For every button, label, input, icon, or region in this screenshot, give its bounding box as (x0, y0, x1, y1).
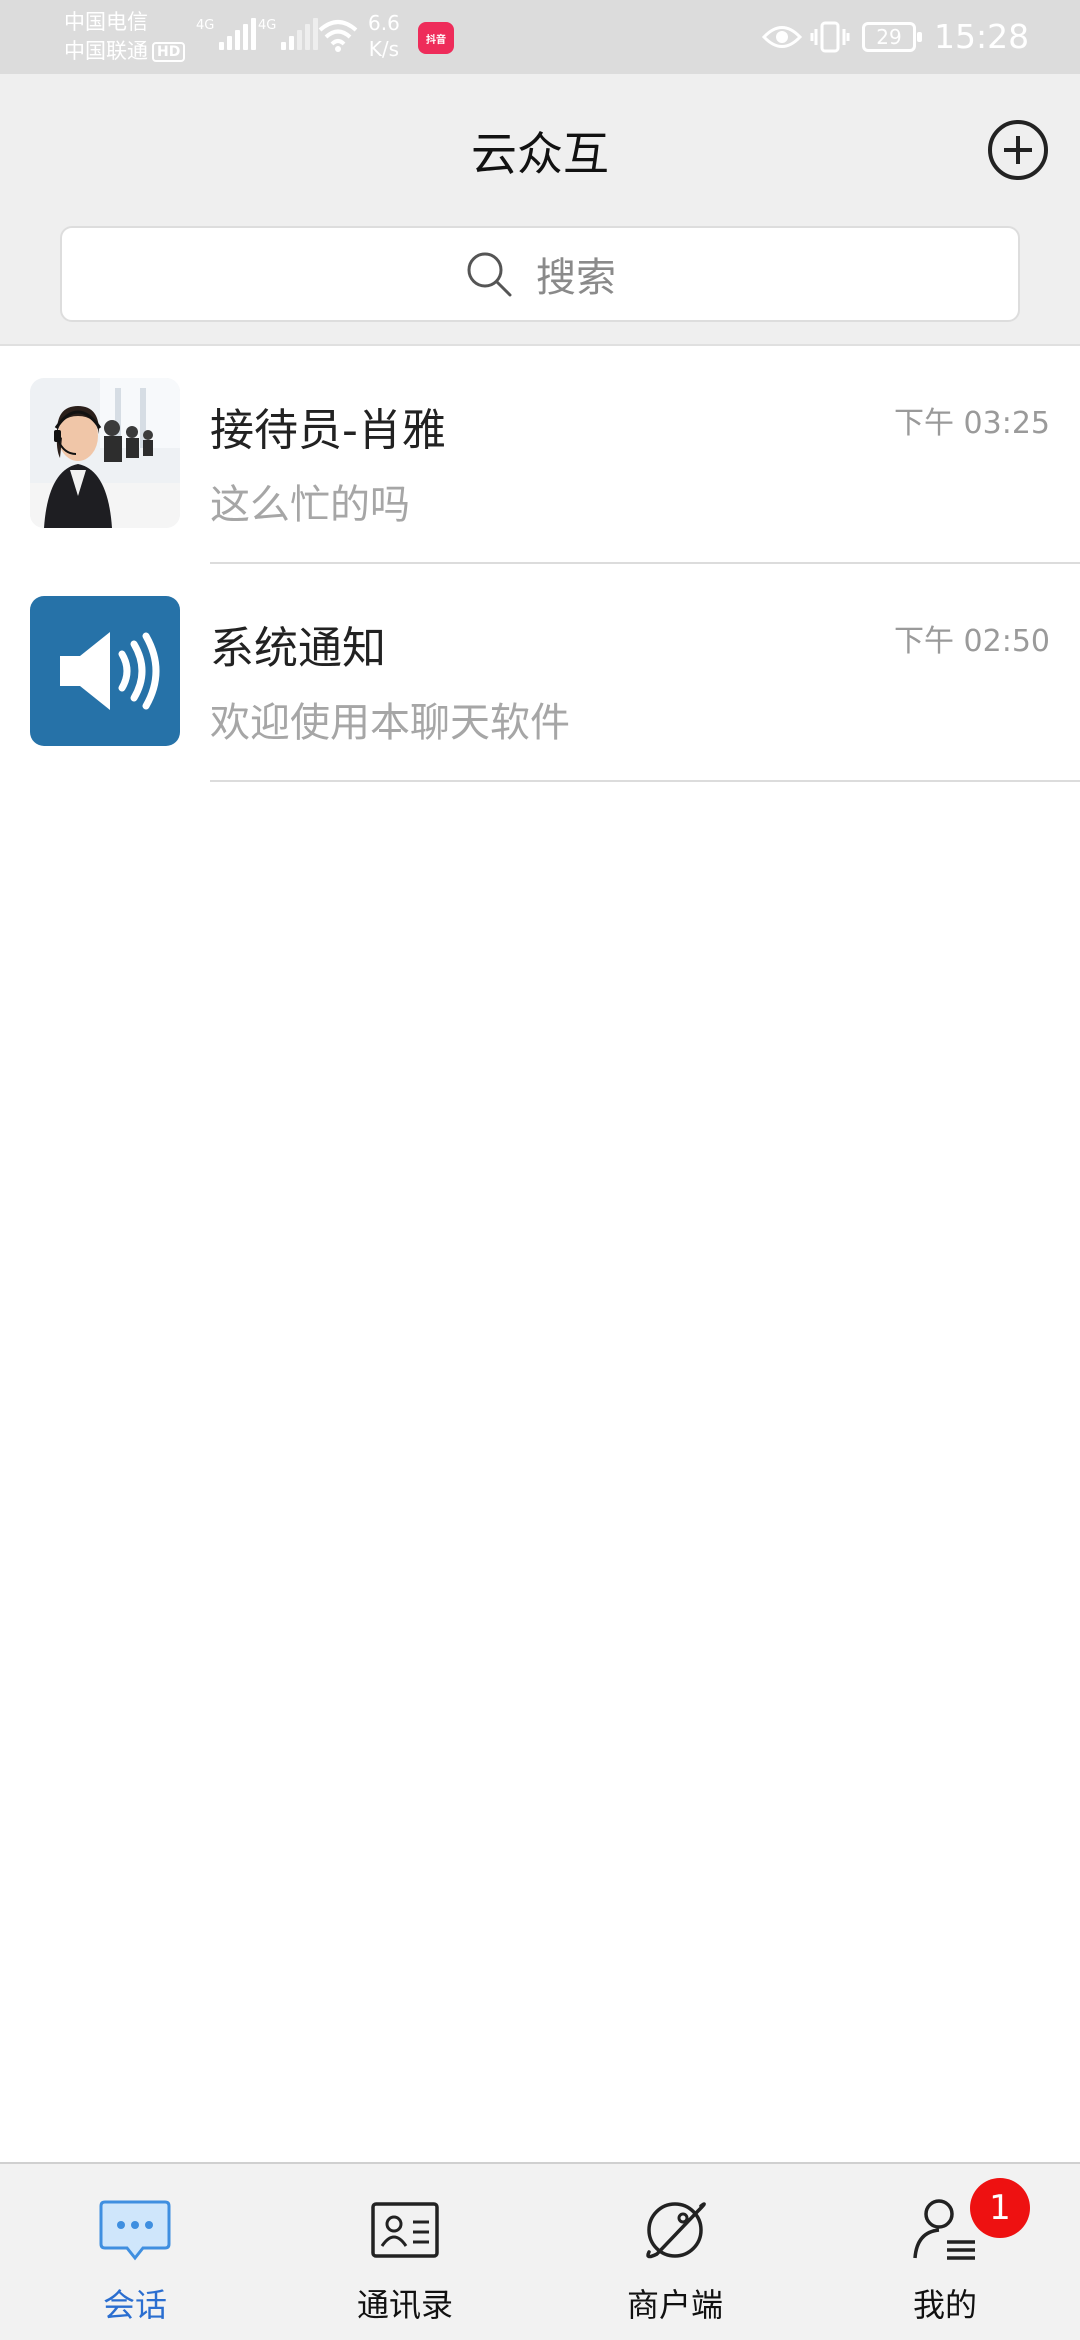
avatar (30, 596, 180, 746)
tab-label: 通讯录 (356, 2286, 453, 2324)
speed-value: 6.6 (368, 11, 400, 35)
tab-profile[interactable]: 我的 1 (810, 2164, 1080, 2340)
tab-conversations[interactable]: 会话 (0, 2164, 270, 2340)
tab-label: 商户端 (626, 2286, 723, 2324)
carrier-1: 中国电信 (64, 10, 148, 34)
eye-icon (762, 26, 802, 48)
tab-contacts[interactable]: 通讯录 (270, 2164, 540, 2340)
battery-indicator: 29 (862, 22, 922, 52)
app-notification-icon: 抖音 (418, 22, 454, 54)
header: 云众互 搜索 (0, 74, 1080, 346)
planet-icon (646, 2202, 706, 2259)
conversation-name: 系统通知 (210, 623, 386, 674)
tab-label: 我的 (912, 2286, 977, 2324)
status-time: 15:28 (934, 17, 1030, 56)
conversation-time: 下午 02:50 (894, 624, 1050, 659)
plus-circle-icon[interactable] (986, 118, 1050, 182)
conversation-preview: 这么忙的吗 (210, 482, 410, 528)
divider (210, 780, 1080, 782)
network-speed: 6.6 K/s (368, 10, 400, 62)
hd-badge: HD (152, 41, 186, 62)
conversation-item-agent[interactable]: 接待员-肖雅 这么忙的吗 下午 03:25 (0, 346, 1080, 564)
contact-card-icon (371, 2202, 439, 2258)
speaker-icon (60, 632, 160, 710)
agent-photo-avatar (30, 378, 180, 528)
conversation-time: 下午 03:25 (894, 406, 1050, 441)
vibrate-icon (810, 21, 850, 53)
chat-bubble-icon (99, 2200, 171, 2261)
search-placeholder: 搜索 (536, 255, 616, 301)
conversation-preview: 欢迎使用本聊天软件 (210, 700, 570, 746)
network-type-1: 4G (196, 18, 215, 33)
page-title: 云众互 (471, 127, 609, 181)
notification-badge: 1 (970, 2178, 1030, 2238)
wifi-icon (318, 20, 358, 52)
tab-label: 会话 (102, 2286, 167, 2324)
conversation-item-system[interactable]: 系统通知 欢迎使用本聊天软件 下午 02:50 (0, 564, 1080, 782)
speed-unit: K/s (368, 37, 400, 61)
bottom-tab-bar: 会话 通讯录 商户端 我的 1 (0, 2162, 1080, 2340)
carrier-2: 中国联通 (64, 39, 148, 63)
search-icon (467, 252, 512, 297)
signal-strength-icon-1: 4G (196, 18, 257, 50)
carrier-info: 中国电信 中国联通 HD (64, 8, 186, 66)
search-input[interactable]: 搜索 (60, 226, 1020, 322)
signal-strength-icon-2: 4G (258, 18, 319, 50)
status-bar: 中国电信 中国联通 HD 4G 4G 6.6 K/s 抖音 29 15:28 (0, 0, 1080, 74)
conversation-list: 接待员-肖雅 这么忙的吗 下午 03:25 系统通知 欢迎使用本聊天软件 下午 … (0, 346, 1080, 782)
network-type-2: 4G (258, 18, 277, 33)
avatar (30, 378, 180, 528)
conversation-name: 接待员-肖雅 (210, 405, 446, 456)
tab-merchant[interactable]: 商户端 (540, 2164, 810, 2340)
